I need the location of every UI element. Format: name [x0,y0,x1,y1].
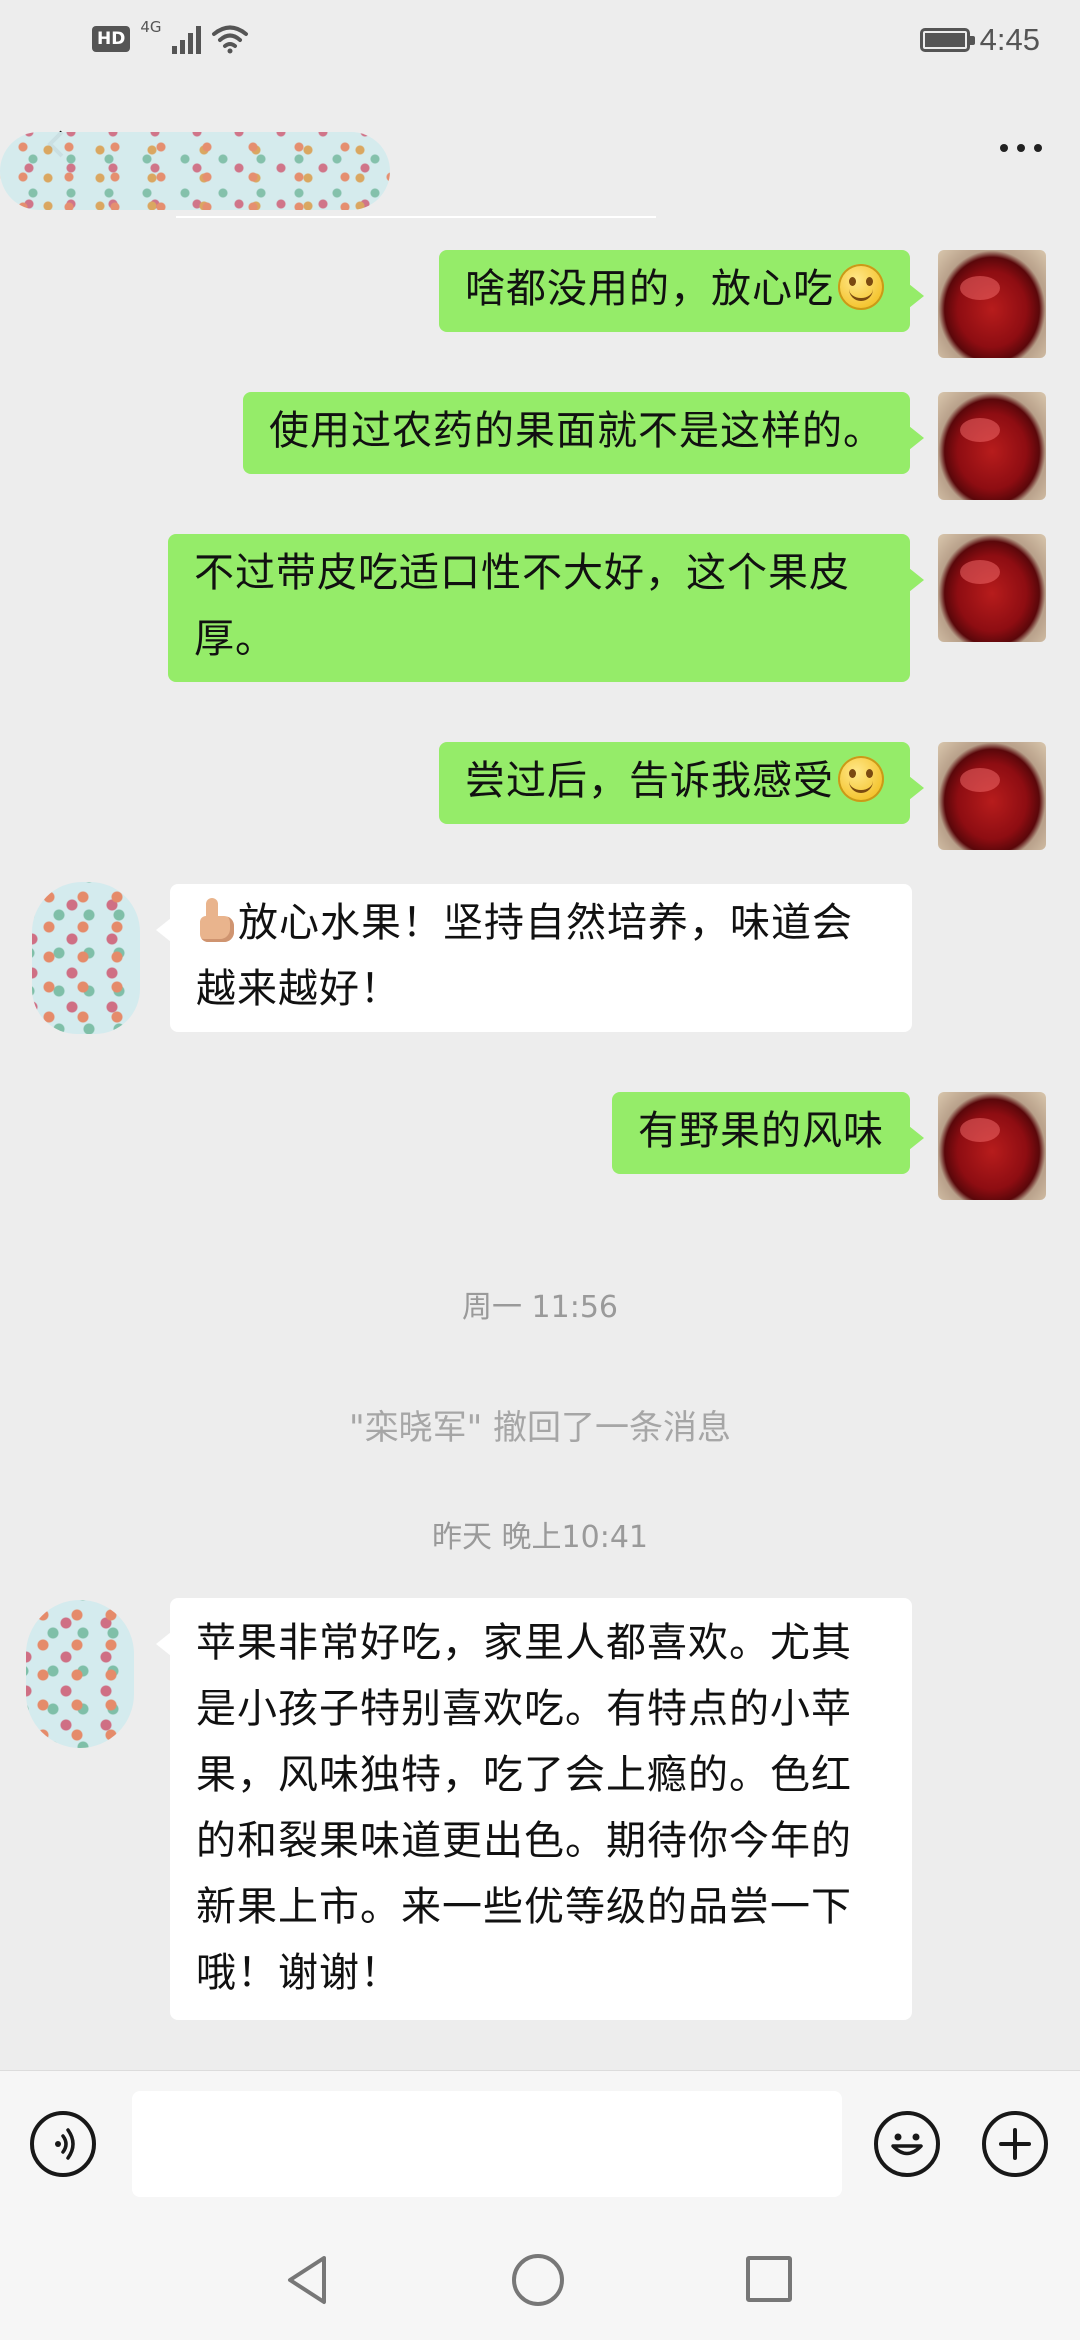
self-avatar[interactable] [938,742,1046,850]
timestamp: 昨天 晚上10:41 [432,1520,648,1555]
self-avatar[interactable] [938,534,1046,642]
thumbs-up-emoji-icon [196,898,236,944]
status-left: HD 4G [92,18,249,54]
timestamp: 周一 11:56 [462,1290,618,1325]
message-bubble-outgoing[interactable]: 不过带皮吃适口性不大好，这个果皮厚。 [168,534,924,682]
message-bubble-incoming[interactable]: 放心水果！坚持自然培养，味道会越来越好！ [156,884,912,1032]
contact-avatar[interactable] [32,882,140,1034]
message-text: 使用过农药的果面就不是这样的。 [269,408,884,454]
message-bubble-outgoing[interactable]: 尝过后，告诉我感受 [439,742,924,824]
smile-emoji-icon [838,264,884,310]
message-text: 苹果非常好吃，家里人都喜欢。尤其是小孩子特别喜欢吃。有特点的小苹果，风味独特，吃… [196,1620,852,1996]
message-text: 尝过后，告诉我感受 [465,758,834,804]
system-nav-bar [0,2222,1080,2340]
plus-icon[interactable] [982,2111,1048,2177]
message-bubble-outgoing[interactable]: 啥都没用的，放心吃 [439,250,924,332]
message-text: 放心水果！坚持自然培养，味道会越来越好！ [196,900,853,1012]
nav-home-icon[interactable] [512,2254,564,2306]
recall-notice: "栾晓军" 撤回了一条消息 [348,1408,732,1448]
wifi-icon [211,25,248,54]
header-divider [176,216,656,218]
self-avatar[interactable] [938,1092,1046,1200]
status-time: 4:45 [979,22,1040,57]
contact-avatar[interactable] [26,1600,134,1748]
message-text: 不过带皮吃适口性不大好，这个果皮厚。 [194,550,850,662]
more-icon[interactable] [1000,144,1042,152]
battery-icon [919,28,975,52]
nav-back-icon[interactable] [284,2252,330,2308]
message-text: 啥都没用的，放心吃 [465,266,834,312]
message-bubble-outgoing[interactable]: 有野果的风味 [612,1092,924,1174]
nav-recent-icon[interactable] [746,2256,792,2302]
input-bar [0,2070,1080,2223]
emoji-icon[interactable] [874,2111,940,2177]
message-bubble-incoming[interactable]: 苹果非常好吃，家里人都喜欢。尤其是小孩子特别喜欢吃。有特点的小苹果，风味独特，吃… [156,1598,912,2020]
voice-icon[interactable] [30,2111,96,2177]
message-bubble-outgoing[interactable]: 使用过农药的果面就不是这样的。 [243,392,924,474]
contact-name-redacted [0,132,390,210]
smile-emoji-icon [838,756,884,802]
status-right: 4:45 [919,22,1040,58]
self-avatar[interactable] [938,250,1046,358]
signal-icon [171,24,201,54]
self-avatar[interactable] [938,392,1046,500]
network-type: 4G [140,18,162,36]
message-text: 有野果的风味 [638,1108,884,1154]
message-input[interactable] [132,2091,842,2197]
hd-badge: HD [92,26,131,52]
chat-header [0,84,1080,218]
status-bar: HD 4G 4:45 [0,0,1080,84]
